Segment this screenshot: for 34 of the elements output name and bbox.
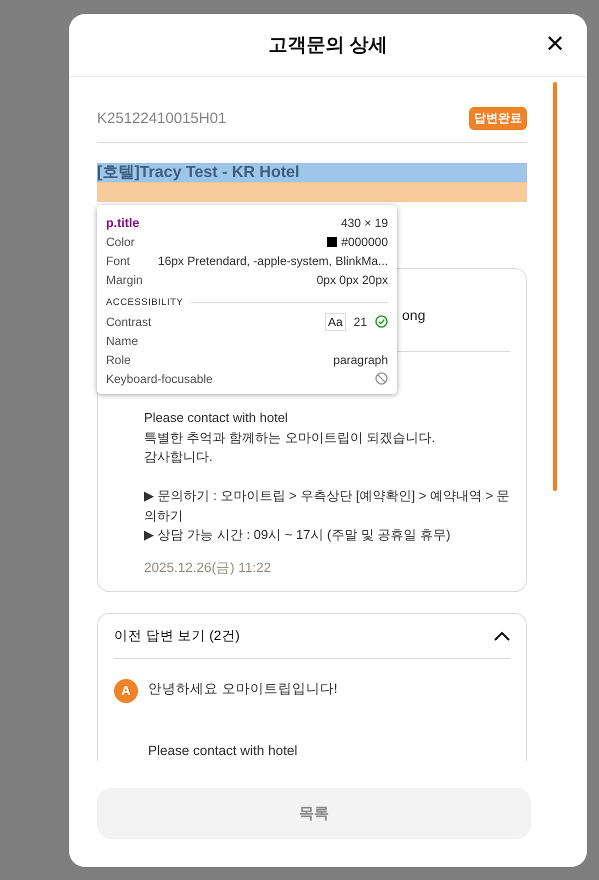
answer-paragraph: Please contact with hotel 특별한 추억과 함께하는 오마이트립이 되겠습니다. 감사합니다. <box>144 409 436 466</box>
property-value: paragraph <box>333 352 388 366</box>
property-value: 0px 0px 20px <box>316 272 388 286</box>
close-button[interactable]: ✕ <box>541 31 569 59</box>
status-badge: 답변완료 <box>469 107 527 130</box>
element-size: 430 × 19 <box>340 216 388 230</box>
element-selector: p.title <box>106 216 140 230</box>
property-label: Name <box>106 334 138 348</box>
property-value: 21 <box>354 314 367 328</box>
property-value: 16px Pretendard, -apple-system, BlinkMa... <box>158 254 388 268</box>
previous-answer-message: Please contact with hotel <box>147 742 298 760</box>
property-label: Contrast <box>106 314 152 328</box>
modal-title: 고객문의 상세 <box>268 34 388 58</box>
property-label: Margin <box>106 272 143 286</box>
contrast-sample: Aa <box>324 312 346 330</box>
answer-text: ong <box>402 307 426 323</box>
color-swatch <box>327 236 338 246</box>
scrollbar[interactable] <box>553 82 557 491</box>
inquiry-title: [호텔]Tracy Test - KR Hotel <box>97 163 527 182</box>
greeting-text: 안녕하세요 오마이트립입니다! <box>148 680 338 698</box>
property-label: Keyboard-focusable <box>106 372 213 386</box>
answer-avatar: A <box>114 678 138 702</box>
section-heading: ACCESSIBILITY <box>106 297 184 308</box>
chevron-up-icon <box>494 630 510 640</box>
inquiry-number: K25122410015H01 <box>97 110 226 127</box>
blocked-icon <box>375 372 388 385</box>
answer-date: 2025.12.26(금) 11:22 <box>144 558 272 576</box>
answer-paragraph: ▶ 문의하기 : 오마이트립 > 우측상단 [예약확인] > 예약내역 > 문의하기 ▶ 상담 가능 시간 : 09시 ~ 17시 (주말 및 공휴일 휴무) <box>144 487 511 544</box>
check-circle-icon <box>375 315 388 328</box>
property-value: #000000 <box>341 234 388 248</box>
property-label: Role <box>106 352 131 366</box>
property-label: Color <box>106 234 135 248</box>
property-label: Font <box>106 254 130 268</box>
previous-answers-toggle[interactable]: 이전 답변 보기 (2건) <box>114 614 510 658</box>
